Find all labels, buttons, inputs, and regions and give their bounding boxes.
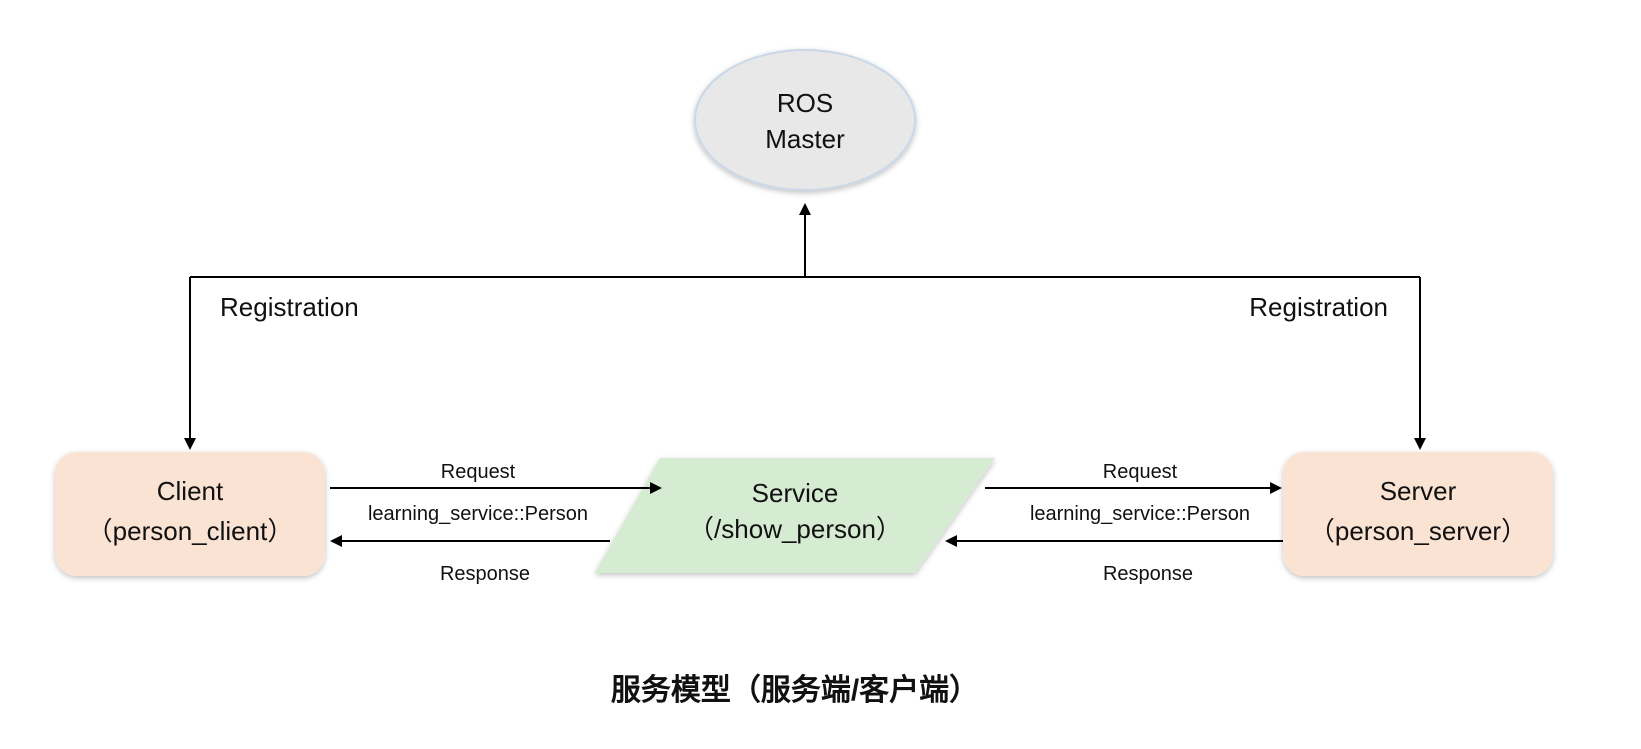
response-label-right: Response [1103, 563, 1193, 585]
request-label-left: Request [441, 461, 516, 483]
type-label-left: learning_service::Person [368, 503, 588, 525]
client-label-line1: Client [157, 476, 224, 506]
diagram-caption: 服务模型（服务端/客户端） [611, 673, 979, 707]
server-shape [1283, 452, 1553, 576]
server-label-line1: Server [1380, 476, 1457, 506]
type-label-right: learning_service::Person [1030, 503, 1250, 525]
response-label-left: Response [440, 563, 530, 585]
ros-master-node: ROS Master [694, 49, 916, 191]
server-label-line2: （person_server） [1309, 516, 1527, 546]
registration-label-right: Registration [1249, 292, 1388, 322]
registration-connectors [184, 203, 1426, 450]
client-shape [55, 452, 325, 576]
service-node: Service （/show_person） [595, 458, 995, 573]
server-node: Server （person_server） [1283, 452, 1553, 576]
registration-label-left: Registration [220, 292, 359, 322]
client-node: Client （person_client） [55, 452, 325, 576]
service-label-line1: Service [752, 478, 839, 508]
ros-master-shape [694, 49, 916, 191]
client-label-line2: （person_client） [87, 516, 294, 546]
request-label-right: Request [1103, 461, 1178, 483]
ros-master-label-line2: Master [765, 124, 845, 154]
service-model-diagram: ROS Master Registration Registration Cli… [55, 49, 1553, 707]
service-label-line2: （/show_person） [688, 514, 902, 544]
ros-master-label-line1: ROS [777, 88, 833, 118]
